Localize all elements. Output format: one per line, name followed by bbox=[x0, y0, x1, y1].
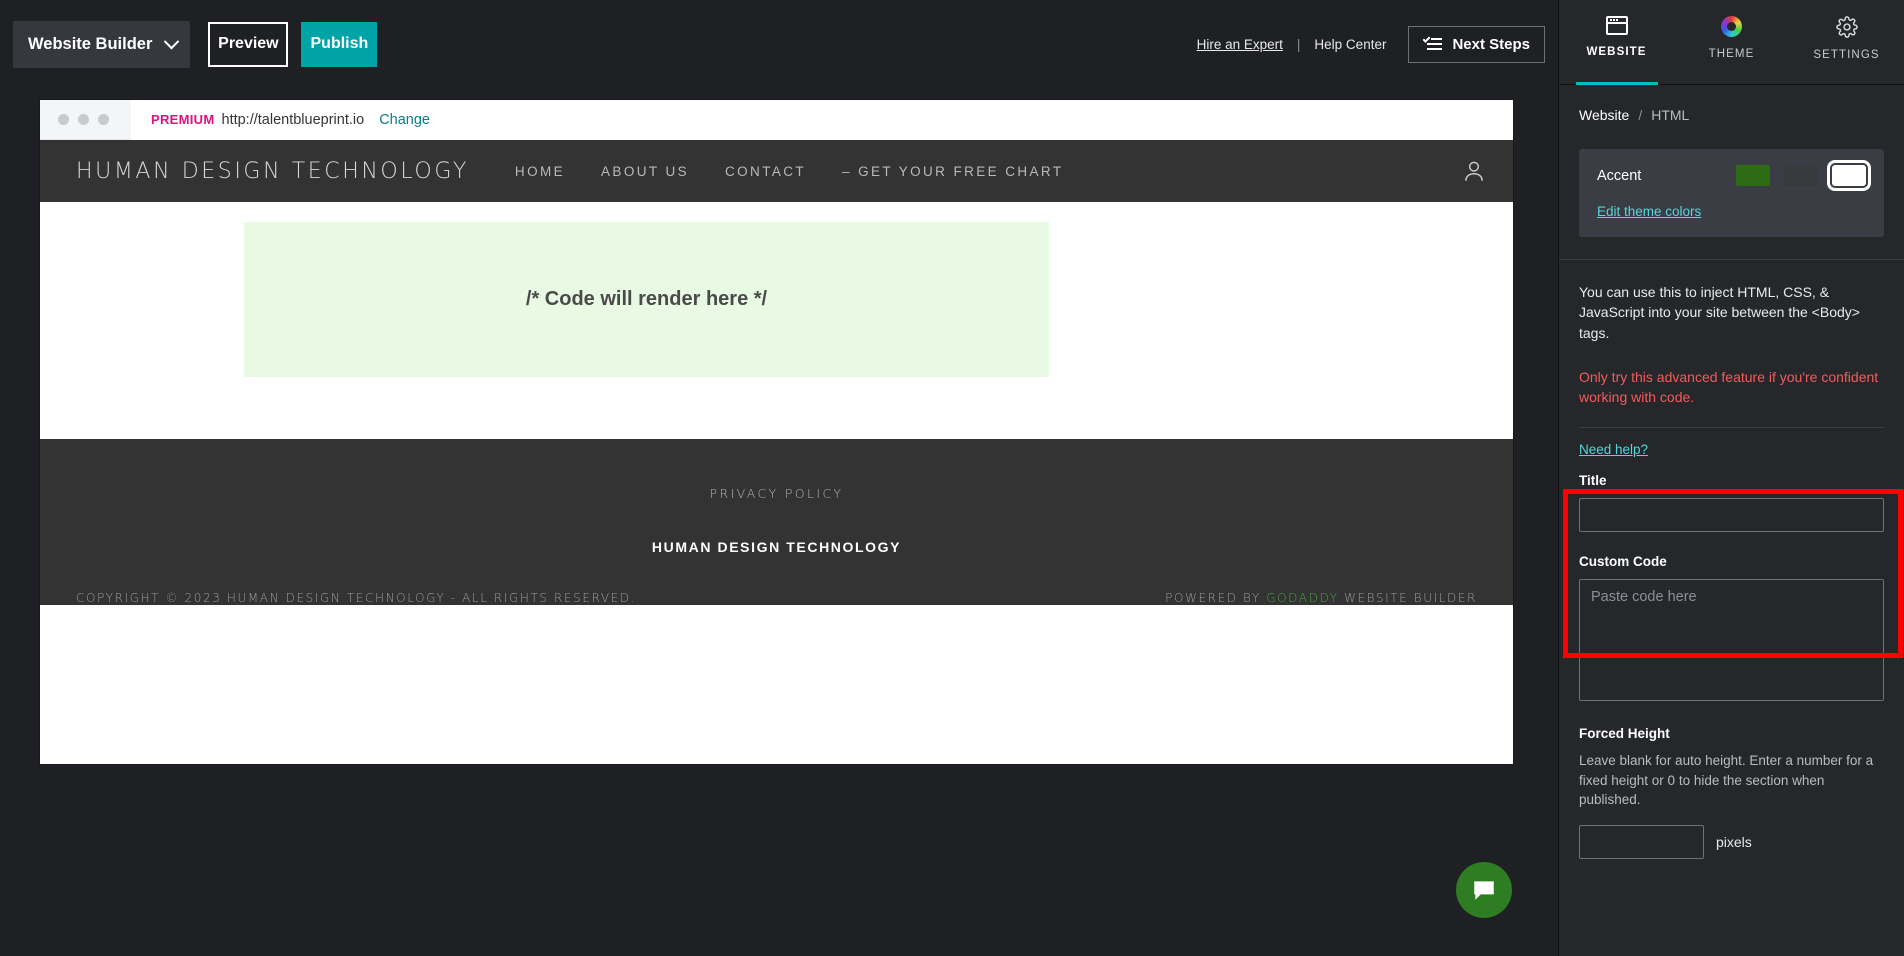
site-preview-frame: PREMIUM http://talentblueprint.io Change… bbox=[40, 100, 1513, 764]
site-header: HUMAN DESIGN TECHNOLOGY HOME ABOUT US CO… bbox=[40, 140, 1513, 202]
title-input[interactable] bbox=[1579, 498, 1884, 533]
toolbar-separator: | bbox=[1296, 36, 1301, 52]
preview-button[interactable]: Preview bbox=[208, 21, 289, 67]
edit-theme-colors-link[interactable]: Edit theme colors bbox=[1597, 204, 1701, 219]
breadcrumb-current: HTML bbox=[1651, 107, 1690, 123]
url-bar[interactable]: PREMIUM http://talentblueprint.io Change bbox=[131, 100, 1513, 140]
preview-button-label: Preview bbox=[218, 35, 279, 52]
accent-row: Accent bbox=[1597, 160, 1871, 191]
powered-prefix: POWERED BY bbox=[1165, 591, 1261, 605]
chat-bubble-icon bbox=[1474, 881, 1494, 900]
site-logo[interactable]: HUMAN DESIGN TECHNOLOGY bbox=[76, 159, 469, 184]
warning-description: Only try this advanced feature if you're… bbox=[1579, 368, 1879, 406]
forced-height-input[interactable] bbox=[1579, 824, 1704, 859]
color-wheel-icon bbox=[1721, 16, 1742, 37]
account-icon[interactable] bbox=[1461, 158, 1487, 184]
accent-swatch-white[interactable] bbox=[1827, 160, 1871, 191]
title-field-label: Title bbox=[1579, 473, 1607, 489]
footer-brand: HUMAN DESIGN TECHNOLOGY bbox=[651, 539, 902, 555]
nav-item-home[interactable]: HOME bbox=[515, 164, 565, 179]
breadcrumb: Website / HTML bbox=[1559, 85, 1904, 123]
nav-item-get-your-free-chart[interactable]: – GET YOUR FREE CHART bbox=[842, 164, 1063, 179]
tab-theme-label: THEME bbox=[1708, 48, 1755, 60]
accent-swatch-dark[interactable] bbox=[1784, 165, 1818, 186]
tab-website-label: WEBSITE bbox=[1586, 46, 1647, 58]
active-tab-indicator bbox=[1575, 82, 1658, 85]
publish-button-label: Publish bbox=[310, 35, 369, 52]
right-sidebar: WEBSITE THEME SETTINGS Website / HTML Ac… bbox=[1558, 0, 1904, 956]
forced-height-label: Forced Height bbox=[1579, 726, 1670, 742]
breadcrumb-separator: / bbox=[1638, 107, 1643, 123]
help-divider bbox=[1579, 427, 1884, 429]
change-url-link[interactable]: Change bbox=[379, 112, 430, 128]
next-steps-button[interactable]: Next Steps bbox=[1408, 25, 1545, 63]
accent-card: Accent Edit theme colors bbox=[1579, 149, 1884, 237]
hire-an-expert-link[interactable]: Hire an Expert bbox=[1197, 37, 1283, 52]
breadcrumb-root[interactable]: Website bbox=[1579, 107, 1629, 123]
window-icon bbox=[1605, 16, 1628, 35]
custom-code-textarea[interactable] bbox=[1579, 579, 1884, 702]
site-body: /* Code will render here */ bbox=[40, 202, 1513, 439]
accent-swatch-green[interactable] bbox=[1736, 165, 1770, 186]
tab-settings[interactable]: SETTINGS bbox=[1789, 0, 1904, 85]
premium-badge: PREMIUM bbox=[151, 112, 215, 127]
website-builder-dropdown[interactable]: Website Builder bbox=[13, 20, 191, 68]
forced-height-description: Leave blank for auto height. Enter a num… bbox=[1579, 753, 1874, 807]
toolbar-right-group: Hire an Expert | Help Center Next Steps bbox=[1197, 25, 1558, 63]
need-help-link[interactable]: Need help? bbox=[1579, 442, 1648, 457]
next-steps-label: Next Steps bbox=[1452, 35, 1530, 53]
top-toolbar: Website Builder Preview Publish Hire an … bbox=[0, 0, 1558, 88]
pixels-unit-label: pixels bbox=[1716, 833, 1752, 850]
app-root: Website Builder Preview Publish Hire an … bbox=[0, 0, 1904, 956]
browser-chrome-bar: PREMIUM http://talentblueprint.io Change bbox=[40, 100, 1513, 140]
accent-label: Accent bbox=[1597, 167, 1642, 184]
chat-button[interactable] bbox=[1456, 862, 1512, 918]
tab-settings-label: SETTINGS bbox=[1813, 49, 1880, 61]
footer-copyright: COPYRIGHT © 2023 HUMAN DESIGN TECHNOLOGY… bbox=[76, 591, 637, 605]
title-field-group: Title bbox=[1559, 473, 1904, 533]
godaddy-brand: GODADDY bbox=[1266, 591, 1339, 605]
tab-theme[interactable]: THEME bbox=[1674, 0, 1789, 85]
footer-bottom-row: COPYRIGHT © 2023 HUMAN DESIGN TECHNOLOGY… bbox=[40, 555, 1513, 605]
traffic-light-dots-icon bbox=[40, 114, 131, 125]
chevron-down-icon bbox=[164, 33, 180, 49]
site-navigation: HOME ABOUT US CONTACT – GET YOUR FREE CH… bbox=[515, 164, 1064, 179]
info-block: You can use this to inject HTML, CSS, & … bbox=[1559, 260, 1904, 459]
forced-height-input-row: pixels bbox=[1579, 824, 1884, 859]
code-render-placeholder[interactable]: /* Code will render here */ bbox=[244, 222, 1049, 377]
nav-item-contact[interactable]: CONTACT bbox=[725, 164, 806, 179]
nav-item-about-us[interactable]: ABOUT US bbox=[601, 164, 689, 179]
site-url: http://talentblueprint.io bbox=[221, 111, 365, 128]
custom-code-field-label: Custom Code bbox=[1579, 554, 1667, 570]
sidebar-tabs: WEBSITE THEME SETTINGS bbox=[1559, 0, 1904, 85]
footer-powered-by: POWERED BY GODADDY WEBSITE BUILDER bbox=[1165, 591, 1477, 605]
footer-privacy-policy-link[interactable]: PRIVACY POLICY bbox=[40, 486, 1513, 501]
tab-website[interactable]: WEBSITE bbox=[1559, 0, 1674, 85]
powered-suffix: WEBSITE BUILDER bbox=[1343, 591, 1477, 605]
site-footer: PRIVACY POLICY HUMAN DESIGN TECHNOLOGY C… bbox=[40, 439, 1513, 605]
accent-swatches bbox=[1736, 160, 1871, 191]
forced-height-group: Forced Height Leave blank for auto heigh… bbox=[1559, 726, 1904, 859]
publish-button[interactable]: Publish bbox=[301, 21, 378, 67]
info-description: You can use this to inject HTML, CSS, & … bbox=[1579, 284, 1860, 341]
gear-icon bbox=[1835, 16, 1858, 38]
website-builder-label: Website Builder bbox=[28, 34, 153, 53]
code-placeholder-text: /* Code will render here */ bbox=[525, 288, 768, 310]
help-center-link[interactable]: Help Center bbox=[1314, 37, 1386, 52]
checklist-icon bbox=[1423, 35, 1443, 51]
custom-code-field-group: Custom Code bbox=[1559, 554, 1904, 706]
editor-area: Website Builder Preview Publish Hire an … bbox=[0, 0, 1558, 956]
